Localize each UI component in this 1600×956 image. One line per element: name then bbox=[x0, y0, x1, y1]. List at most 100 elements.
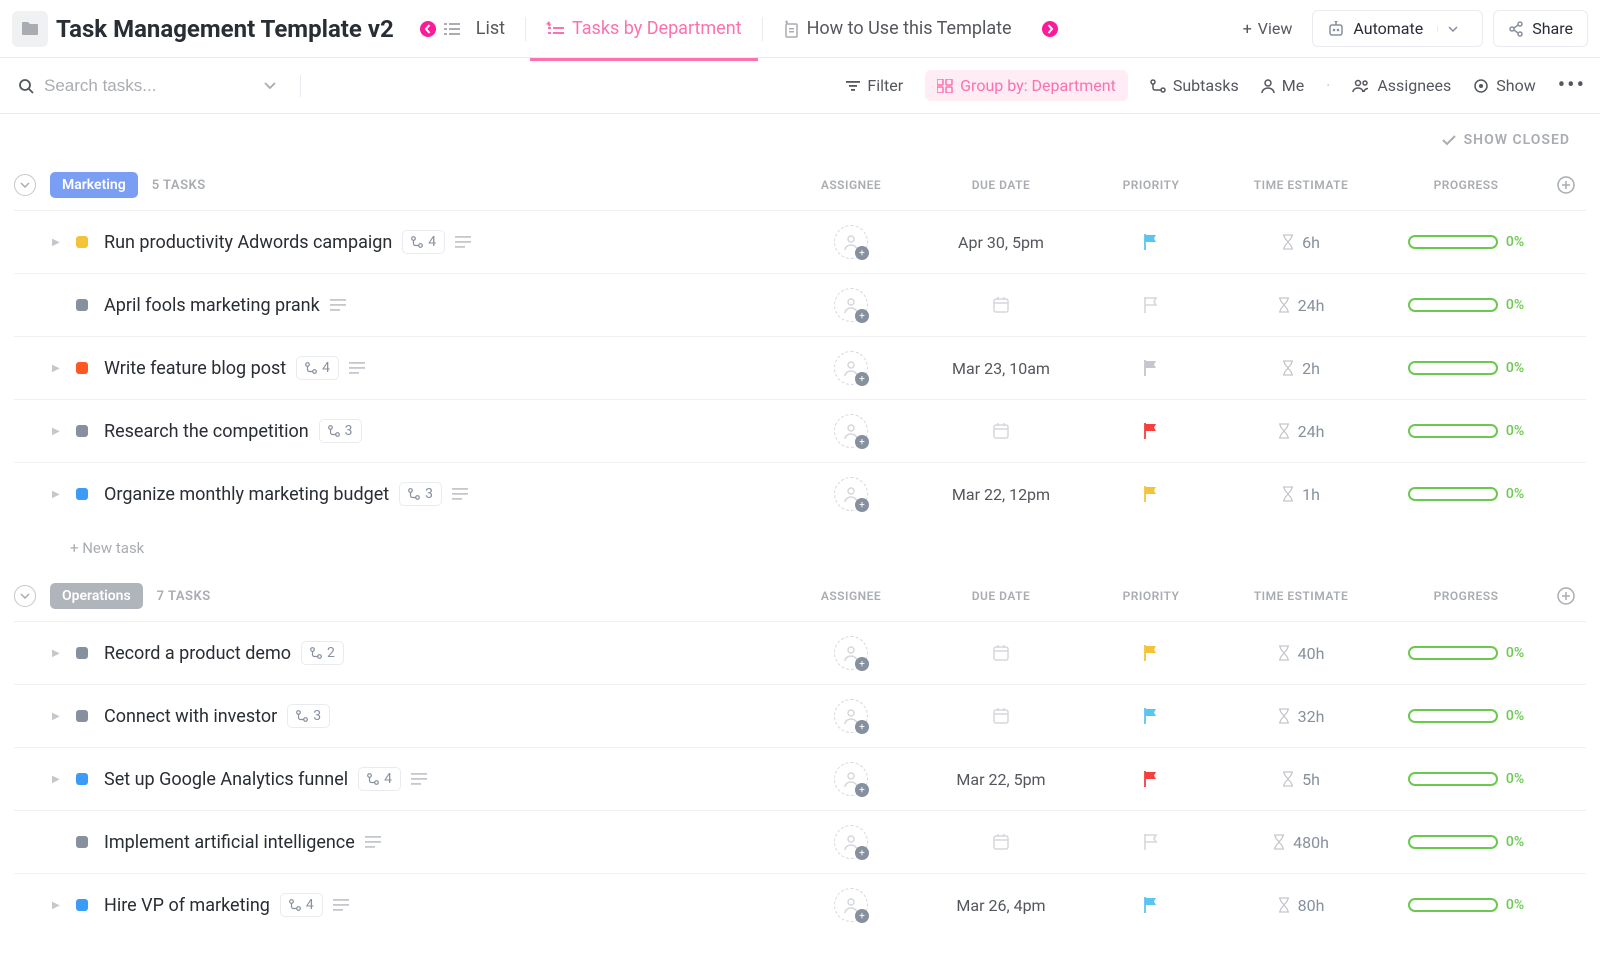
progress-cell[interactable]: 0% bbox=[1386, 834, 1546, 850]
task-row[interactable]: ▶ Run productivity Adwords campaign 4 + … bbox=[14, 210, 1586, 273]
status-dot[interactable] bbox=[76, 362, 88, 374]
group-name-badge[interactable]: Operations bbox=[50, 583, 143, 609]
subtask-count-badge[interactable]: 3 bbox=[287, 704, 330, 728]
priority-cell[interactable] bbox=[1086, 896, 1216, 914]
assign-avatar-placeholder[interactable]: + bbox=[834, 351, 868, 385]
assign-avatar-placeholder[interactable]: + bbox=[834, 225, 868, 259]
due-date-cell[interactable]: Mar 22, 5pm bbox=[916, 770, 1086, 789]
status-dot[interactable] bbox=[76, 236, 88, 248]
col-assignee[interactable]: ASSIGNEE bbox=[786, 178, 916, 192]
col-assignee[interactable]: ASSIGNEE bbox=[786, 589, 916, 603]
status-dot[interactable] bbox=[76, 899, 88, 911]
col-time-estimate[interactable]: TIME ESTIMATE bbox=[1216, 178, 1386, 192]
task-row[interactable]: ▶ Set up Google Analytics funnel 4 + Mar… bbox=[14, 747, 1586, 810]
expand-caret[interactable]: ▶ bbox=[52, 774, 66, 785]
due-date-cell[interactable]: Apr 30, 5pm bbox=[916, 233, 1086, 252]
task-row[interactable]: ▶ Record a product demo 2 + bbox=[14, 621, 1586, 684]
tab-tasks-by-department[interactable]: Tasks by Department bbox=[530, 10, 758, 47]
progress-cell[interactable]: 0% bbox=[1386, 234, 1546, 250]
time-estimate-cell[interactable]: 6h bbox=[1216, 233, 1386, 252]
task-name[interactable]: Run productivity Adwords campaign bbox=[104, 232, 392, 253]
task-row[interactable]: ▶ Research the competition 3 + bbox=[14, 399, 1586, 462]
progress-cell[interactable]: 0% bbox=[1386, 423, 1546, 439]
expand-caret[interactable]: ▶ bbox=[52, 237, 66, 248]
time-estimate-cell[interactable]: 32h bbox=[1216, 707, 1386, 726]
due-date-cell[interactable] bbox=[916, 296, 1086, 314]
add-column-button[interactable] bbox=[1546, 587, 1586, 605]
assign-avatar-placeholder[interactable]: + bbox=[834, 699, 868, 733]
subtasks-button[interactable]: Subtasks bbox=[1150, 76, 1239, 95]
status-dot[interactable] bbox=[76, 488, 88, 500]
task-row[interactable]: ▶ Hire VP of marketing 4 + Mar 26, 4pm bbox=[14, 873, 1586, 936]
group-name-badge[interactable]: Marketing bbox=[50, 172, 138, 198]
folder-icon[interactable] bbox=[12, 11, 48, 47]
due-date-cell[interactable] bbox=[916, 422, 1086, 440]
assignees-button[interactable]: Assignees bbox=[1352, 76, 1451, 95]
group-by-button[interactable]: Group by: Department bbox=[925, 70, 1128, 101]
time-estimate-cell[interactable]: 24h bbox=[1216, 422, 1386, 441]
tab-how-to-use[interactable]: How to Use this Template bbox=[767, 10, 1028, 47]
share-button[interactable]: Share bbox=[1493, 10, 1588, 47]
due-date-cell[interactable] bbox=[916, 833, 1086, 851]
subtask-count-badge[interactable]: 3 bbox=[399, 482, 442, 506]
task-row[interactable]: ▶ Write feature blog post 4 + Mar 23, 10… bbox=[14, 336, 1586, 399]
assign-avatar-placeholder[interactable]: + bbox=[834, 636, 868, 670]
assign-avatar-placeholder[interactable]: + bbox=[834, 888, 868, 922]
task-name[interactable]: Hire VP of marketing bbox=[104, 895, 270, 916]
tab-prev-arrow[interactable] bbox=[416, 17, 440, 41]
expand-caret[interactable]: ▶ bbox=[52, 711, 66, 722]
col-due-date[interactable]: DUE DATE bbox=[916, 178, 1086, 192]
subtask-count-badge[interactable]: 4 bbox=[358, 767, 401, 791]
tab-list[interactable]: List bbox=[460, 10, 521, 47]
time-estimate-cell[interactable]: 5h bbox=[1216, 770, 1386, 789]
time-estimate-cell[interactable]: 40h bbox=[1216, 644, 1386, 663]
due-date-cell[interactable]: Mar 23, 10am bbox=[916, 359, 1086, 378]
assign-avatar-placeholder[interactable]: + bbox=[834, 477, 868, 511]
filter-button[interactable]: Filter bbox=[846, 76, 903, 95]
task-name[interactable]: Implement artificial intelligence bbox=[104, 832, 355, 853]
search-caret[interactable] bbox=[264, 82, 276, 89]
progress-cell[interactable]: 0% bbox=[1386, 360, 1546, 376]
time-estimate-cell[interactable]: 2h bbox=[1216, 359, 1386, 378]
show-button[interactable]: Show bbox=[1473, 76, 1535, 95]
status-dot[interactable] bbox=[76, 299, 88, 311]
automate-button[interactable]: Automate bbox=[1312, 10, 1483, 47]
progress-cell[interactable]: 0% bbox=[1386, 645, 1546, 661]
status-dot[interactable] bbox=[76, 836, 88, 848]
time-estimate-cell[interactable]: 24h bbox=[1216, 296, 1386, 315]
assignee-cell[interactable]: + bbox=[786, 477, 916, 511]
progress-cell[interactable]: 0% bbox=[1386, 486, 1546, 502]
status-dot[interactable] bbox=[76, 773, 88, 785]
due-date-cell[interactable] bbox=[916, 644, 1086, 662]
me-button[interactable]: Me bbox=[1261, 76, 1304, 95]
task-name[interactable]: Research the competition bbox=[104, 421, 309, 442]
assign-avatar-placeholder[interactable]: + bbox=[834, 288, 868, 322]
col-progress[interactable]: PROGRESS bbox=[1386, 178, 1546, 192]
subtask-count-badge[interactable]: 4 bbox=[296, 356, 339, 380]
task-row[interactable]: ▶ Connect with investor 3 + bbox=[14, 684, 1586, 747]
task-name[interactable]: April fools marketing prank bbox=[104, 295, 320, 316]
progress-cell[interactable]: 0% bbox=[1386, 897, 1546, 913]
assignee-cell[interactable]: + bbox=[786, 288, 916, 322]
priority-cell[interactable] bbox=[1086, 422, 1216, 440]
assignee-cell[interactable]: + bbox=[786, 888, 916, 922]
assignee-cell[interactable]: + bbox=[786, 825, 916, 859]
task-name[interactable]: Record a product demo bbox=[104, 643, 291, 664]
due-date-cell[interactable]: Mar 26, 4pm bbox=[916, 896, 1086, 915]
col-progress[interactable]: PROGRESS bbox=[1386, 589, 1546, 603]
priority-cell[interactable] bbox=[1086, 707, 1216, 725]
priority-cell[interactable] bbox=[1086, 233, 1216, 251]
priority-cell[interactable] bbox=[1086, 770, 1216, 788]
time-estimate-cell[interactable]: 480h bbox=[1216, 833, 1386, 852]
assignee-cell[interactable]: + bbox=[786, 699, 916, 733]
task-row[interactable]: ▶ Organize monthly marketing budget 3 + … bbox=[14, 462, 1586, 525]
assignee-cell[interactable]: + bbox=[786, 225, 916, 259]
expand-caret[interactable]: ▶ bbox=[52, 363, 66, 374]
status-dot[interactable] bbox=[76, 425, 88, 437]
task-name[interactable]: Set up Google Analytics funnel bbox=[104, 769, 348, 790]
assign-avatar-placeholder[interactable]: + bbox=[834, 414, 868, 448]
due-date-cell[interactable] bbox=[916, 707, 1086, 725]
add-column-button[interactable] bbox=[1546, 176, 1586, 194]
automate-caret[interactable] bbox=[1437, 26, 1468, 32]
task-name[interactable]: Connect with investor bbox=[104, 706, 277, 727]
